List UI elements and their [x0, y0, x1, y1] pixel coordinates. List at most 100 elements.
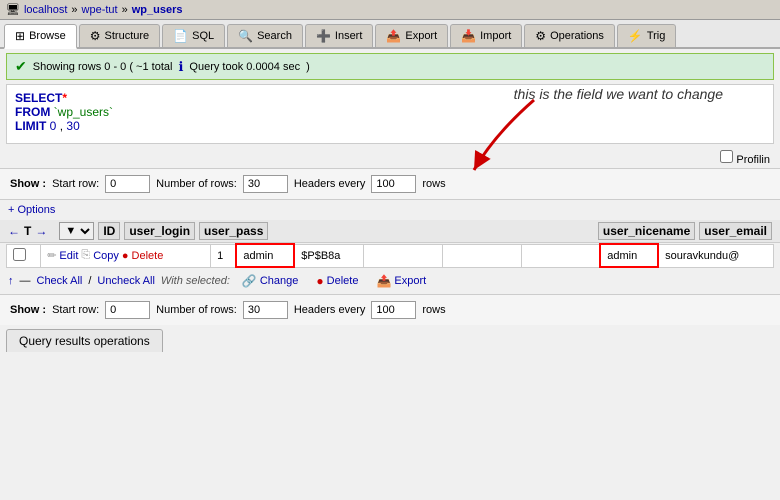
- tab-search[interactable]: 🔍 Search: [227, 24, 303, 47]
- nav-back-icon[interactable]: ←: [8, 224, 20, 238]
- start-row-input-top[interactable]: [105, 175, 150, 193]
- tab-browse[interactable]: ⊞ Browse: [4, 24, 77, 49]
- row-checkbox[interactable]: [13, 248, 26, 261]
- delete-icon: ●: [122, 250, 129, 262]
- tab-trig[interactable]: ⚡ Trig: [617, 24, 677, 47]
- num-rows-input-top[interactable]: [243, 175, 288, 193]
- sql-select-keyword: SELECT: [15, 91, 62, 105]
- nav-sort-select[interactable]: ▼: [59, 222, 94, 240]
- show-label-bottom: Show :: [10, 304, 46, 316]
- check-sep: /: [88, 275, 91, 287]
- breadcrumb-server[interactable]: localhost: [24, 4, 67, 16]
- row-spacer-cell3: [521, 244, 600, 267]
- headers-input-top[interactable]: [371, 175, 416, 193]
- options-label[interactable]: + Options: [8, 204, 55, 216]
- uncheck-all-link[interactable]: Uncheck All: [97, 275, 154, 287]
- tab-operations-label: Operations: [550, 30, 604, 42]
- show-row-bottom: Show : Start row: Number of rows: Header…: [0, 294, 780, 325]
- show-label-top: Show :: [10, 178, 46, 190]
- headers-input-bottom[interactable]: [371, 301, 416, 319]
- tab-sql[interactable]: 📄 SQL: [162, 24, 225, 47]
- annotation-text: this is the field we want to change: [514, 85, 723, 165]
- row-user-pass-cell: $P$B8a: [294, 244, 363, 267]
- row-checkbox-cell: [7, 244, 41, 267]
- breadcrumb-table[interactable]: wp_users: [132, 4, 183, 16]
- sql-asterisk: *: [62, 91, 67, 105]
- import-icon: 📥: [461, 29, 476, 43]
- table-area: ✏ Edit ⎘ Copy ● Delete 1 admin $P$B8a ad…: [6, 243, 774, 268]
- nav-back2-icon[interactable]: ↑: [8, 275, 14, 287]
- query-results-operations-tab[interactable]: Query results operations: [6, 329, 163, 352]
- status-check-icon: ✔: [15, 58, 27, 75]
- tab-export-label: Export: [405, 30, 437, 42]
- status-bar: ✔ Showing rows 0 - 0 ( ~1 total ℹ Query …: [6, 53, 774, 80]
- row-id-cell: 1: [211, 244, 237, 267]
- tab-bar: ⊞ Browse ⚙ Structure 📄 SQL 🔍 Search ➕ In…: [0, 20, 780, 49]
- options-row[interactable]: + Options: [0, 200, 780, 220]
- breadcrumb-sep2: »: [122, 4, 128, 16]
- sql-editor: SELECT* FROM `wp_users` LIMIT 0 , 30 thi…: [6, 84, 774, 144]
- breadcrumb-db[interactable]: wpe-tut: [82, 4, 118, 16]
- change-button[interactable]: 🔗 Change: [236, 272, 305, 290]
- tab-insert[interactable]: ➕ Insert: [305, 24, 373, 47]
- change-icon: 🔗: [242, 274, 257, 288]
- num-rows-label-top: Number of rows:: [156, 178, 237, 190]
- with-selected-label: With selected:: [161, 275, 230, 287]
- edit-link[interactable]: Edit: [59, 250, 78, 262]
- qro-tab-label: Query results operations: [19, 334, 150, 348]
- start-row-label-top: Start row:: [52, 178, 99, 190]
- tab-sql-label: SQL: [192, 30, 214, 42]
- tab-operations[interactable]: ⚙ Operations: [524, 24, 615, 47]
- tab-structure[interactable]: ⚙ Structure: [79, 24, 160, 47]
- row-spacer-cell2: [442, 244, 521, 267]
- status-info-icon: ℹ: [178, 59, 183, 75]
- sql-icon: 📄: [173, 29, 188, 43]
- change-label: Change: [260, 275, 299, 287]
- headers-label-bottom: Headers every: [294, 304, 366, 316]
- export-icon: 📤: [386, 29, 401, 43]
- export-selected-button[interactable]: 📤 Export: [370, 272, 432, 290]
- row-user-nicename-cell: admin: [600, 244, 658, 267]
- nav-table-icon: T: [24, 224, 31, 238]
- num-rows-input-bottom[interactable]: [243, 301, 288, 319]
- status-time: Query took 0.0004 sec: [189, 61, 300, 73]
- delete-link[interactable]: Delete: [132, 250, 164, 262]
- check-all-link[interactable]: Check All: [37, 275, 83, 287]
- row-spacer-cell1: [364, 244, 443, 267]
- row-actions-cell: ✏ Edit ⎘ Copy ● Delete: [41, 244, 211, 267]
- tab-export[interactable]: 📤 Export: [375, 24, 448, 47]
- export-selected-label: Export: [394, 275, 426, 287]
- operations-icon: ⚙: [535, 29, 546, 43]
- delete-selected-button[interactable]: ● Delete: [310, 272, 364, 290]
- nav-sep2: —: [20, 275, 31, 287]
- tab-import[interactable]: 📥 Import: [450, 24, 522, 47]
- sql-limit-sep: ,: [60, 119, 63, 133]
- sql-limit-keyword: LIMIT: [15, 119, 46, 133]
- nav-forward-icon[interactable]: →: [35, 224, 47, 238]
- status-text: Showing rows 0 - 0 ( ~1 total: [33, 61, 173, 73]
- copy-link[interactable]: Copy: [93, 250, 119, 262]
- breadcrumb: 🖥 localhost » wpe-tut » wp_users: [0, 0, 780, 20]
- delete-selected-label: Delete: [327, 275, 359, 287]
- insert-icon: ➕: [316, 29, 331, 43]
- export-selected-icon: 📤: [376, 274, 391, 288]
- status-close-paren: ): [306, 61, 310, 73]
- num-rows-label-bottom: Number of rows:: [156, 304, 237, 316]
- search-icon: 🔍: [238, 29, 253, 43]
- headers-label-top: Headers every: [294, 178, 366, 190]
- col-user-nicename: user_nicename: [598, 222, 695, 240]
- delete-selected-icon: ●: [316, 274, 323, 288]
- edit-icon: ✏: [47, 249, 56, 262]
- sql-from-keyword: FROM: [15, 105, 50, 119]
- start-row-label-bottom: Start row:: [52, 304, 99, 316]
- table-row: ✏ Edit ⎘ Copy ● Delete 1 admin $P$B8a ad…: [7, 244, 774, 267]
- tab-import-label: Import: [480, 30, 511, 42]
- nav-row: ← T → ▼ ID user_login user_pass user_nic…: [0, 220, 780, 243]
- col-user-pass: user_pass: [199, 222, 268, 240]
- start-row-input-bottom[interactable]: [105, 301, 150, 319]
- annotation-arrow: [454, 95, 574, 175]
- sql-table-name: `wp_users`: [54, 105, 113, 119]
- copy-icon: ⎘: [81, 249, 90, 262]
- rows-label-bottom: rows: [422, 304, 445, 316]
- check-all-row: ↑ — Check All / Uncheck All With selecte…: [0, 268, 780, 294]
